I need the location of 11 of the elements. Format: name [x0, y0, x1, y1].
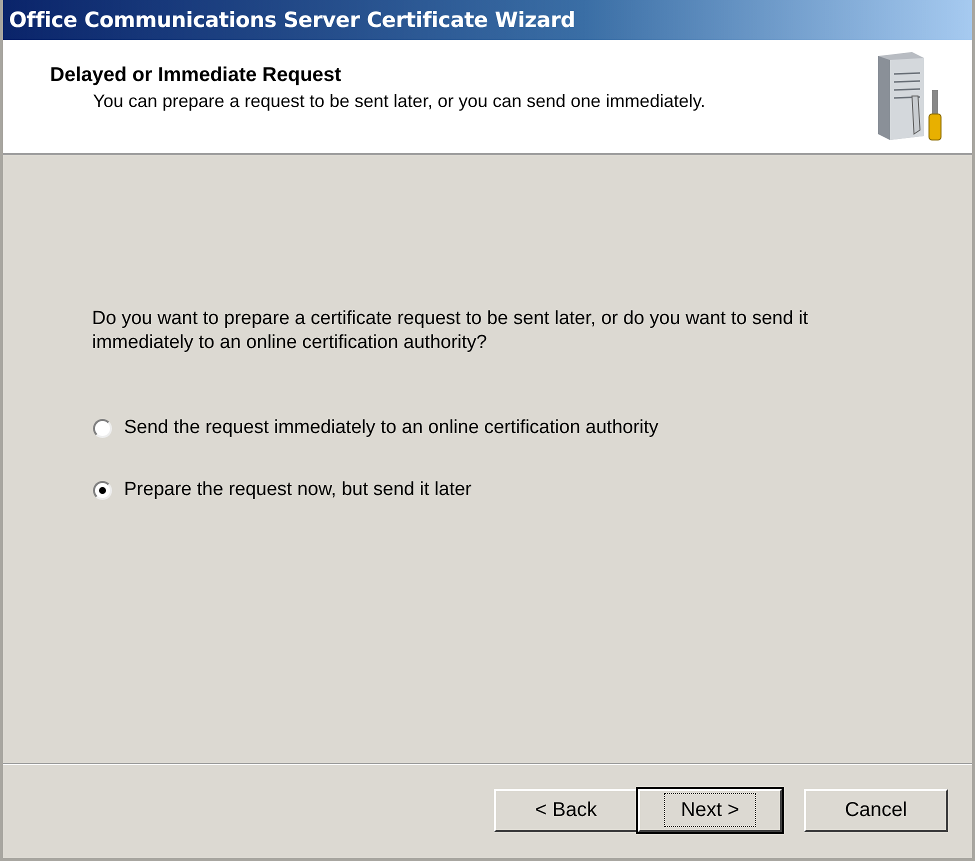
- wizard-button[interactable]: Next >: [638, 789, 782, 832]
- option-label[interactable]: Prepare the request now, but send it later: [124, 479, 472, 501]
- wizard-button[interactable]: < Back: [494, 789, 638, 832]
- radio-button[interactable]: [93, 418, 112, 438]
- radio-button[interactable]: [93, 480, 112, 500]
- page-title: Delayed or Immediate Request: [50, 64, 342, 87]
- question-text: Do you want to prepare a certificate request to be sent later, or do you want to send it immediately to an online certification authority?: [92, 307, 810, 355]
- window-title: Office Communications Server Certificate Wizard: [3, 0, 972, 40]
- option-label[interactable]: Send the request immediately to an online certification authority: [124, 417, 658, 439]
- wizard-button[interactable]: Cancel: [804, 789, 948, 832]
- page-subtitle: You can prepare a request to be sent later, or you can send one immediately.: [92, 91, 706, 112]
